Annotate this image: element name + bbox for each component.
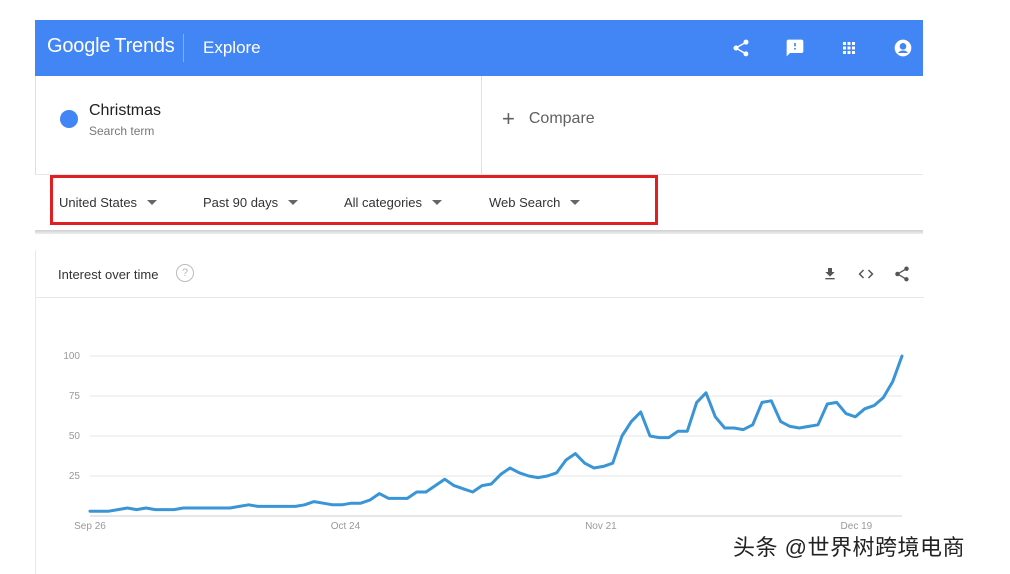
apps-icon [843, 42, 855, 54]
filter-search-type-label: Web Search [489, 195, 561, 210]
interest-over-time-card: Interest over time ? 25 50 75 100 Sep 26 Oct … [35, 250, 924, 574]
feedback-icon [786, 39, 804, 57]
caret-down-icon [570, 200, 581, 205]
filter-time-label: Past 90 days [203, 195, 279, 210]
plus-icon: + [502, 106, 515, 131]
section-divider [35, 230, 923, 234]
compare-button[interactable]: + Compare [502, 108, 595, 130]
y-tick-label: 100 [63, 351, 80, 362]
embed-button[interactable] [856, 264, 876, 284]
share-icon [895, 266, 909, 282]
filter-time-range[interactable]: Past 90 days [203, 195, 299, 210]
filter-search-type[interactable]: Web Search [489, 195, 581, 210]
download-button[interactable] [820, 264, 840, 284]
caret-down-icon [432, 200, 443, 205]
account-icon [894, 39, 912, 57]
watermark: 头条 @世界树跨境电商 [733, 535, 965, 560]
y-tick-label: 75 [69, 391, 81, 402]
account-button[interactable] [891, 36, 915, 60]
feedback-button[interactable] [783, 36, 807, 60]
top-app-bar: Google Trends Explore [35, 20, 923, 76]
search-terms-row: Christmas Search term + Compare [35, 76, 923, 174]
share-icon [733, 39, 749, 57]
filter-category-label: All categories [344, 195, 423, 210]
card-actions [820, 264, 912, 284]
term-subtitle: Search term [89, 124, 155, 138]
term-color-dot [60, 110, 78, 128]
logo-google-text: Google [47, 35, 111, 57]
download-icon [825, 268, 835, 280]
embed-icon [858, 269, 874, 279]
header-actions [729, 36, 915, 60]
filters-bar: United States Past 90 days All categorie… [35, 174, 923, 230]
x-tick-label: Oct 24 [331, 521, 361, 532]
header-divider [183, 34, 184, 62]
logo-trends-text: Trends [114, 35, 175, 57]
series-line [88, 354, 904, 513]
y-tick-label: 50 [69, 431, 81, 442]
google-trends-logo[interactable]: Google Trends [47, 35, 175, 61]
search-term-card[interactable]: Christmas Search term [36, 76, 482, 174]
trends-app: Google Trends Explore Christmas Search t… [35, 20, 924, 574]
apps-button[interactable] [837, 36, 861, 60]
card-share-button[interactable] [892, 264, 912, 284]
y-tick-label: 25 [69, 471, 81, 482]
page-title: Explore [203, 38, 261, 57]
caret-down-icon [147, 200, 158, 205]
help-icon[interactable]: ? [176, 264, 194, 282]
filter-region-label: United States [59, 195, 138, 210]
term-name: Christmas [89, 102, 162, 119]
x-tick-label: Sep 26 [74, 521, 106, 532]
card-title: Interest over time [58, 267, 159, 282]
card-header: Interest over time ? [36, 250, 924, 298]
filter-category[interactable]: All categories [344, 195, 443, 210]
share-button[interactable] [729, 36, 753, 60]
filter-region[interactable]: United States [59, 195, 158, 210]
caret-down-icon [288, 200, 299, 205]
compare-label: Compare [528, 110, 595, 127]
x-tick-label: Nov 21 [585, 521, 617, 532]
